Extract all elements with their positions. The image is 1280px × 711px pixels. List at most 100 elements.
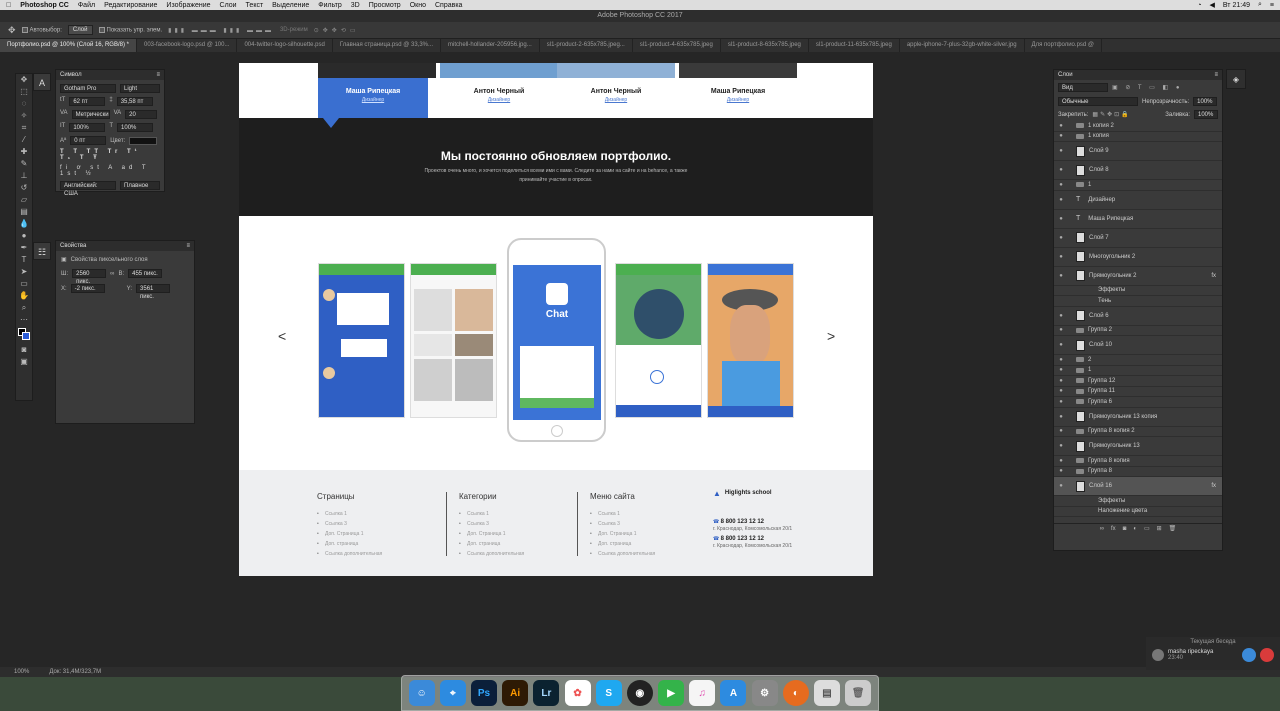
panel-menu-icon[interactable]: ≡ xyxy=(1214,72,1218,78)
history-brush-icon[interactable]: ↺ xyxy=(16,182,32,194)
layer-row[interactable]: ● Слой 9 xyxy=(1054,142,1222,161)
folder-icon[interactable] xyxy=(1076,378,1084,384)
phone-number[interactable]: 8 800 123 12 12 xyxy=(721,536,764,542)
visibility-eye-icon[interactable]: ● xyxy=(1054,414,1068,420)
panel-menu-icon[interactable]: ≡ xyxy=(156,72,160,78)
team-role[interactable]: Дизайнер xyxy=(557,97,675,103)
tab-twitter[interactable]: 004-twitter-logo-silhouette.psd xyxy=(237,39,333,52)
layer-name[interactable]: 2 xyxy=(1088,357,1091,363)
firefox-icon[interactable]: ◐ xyxy=(782,680,809,706)
phone-number[interactable]: 8 800 123 12 12 xyxy=(721,519,764,525)
layer-row[interactable]: ● Группа 8 копия xyxy=(1054,456,1222,467)
layer-row[interactable]: ● Многоугольник 2 xyxy=(1054,248,1222,267)
marquee-tool-icon[interactable]: ⬚ xyxy=(16,86,32,98)
visibility-eye-icon[interactable]: ● xyxy=(1054,216,1068,222)
team-role[interactable]: Дизайнер xyxy=(440,97,558,103)
magic-wand-icon[interactable]: ✧ xyxy=(16,110,32,122)
search-icon[interactable]: ⌕ xyxy=(1258,1,1262,9)
footer-link[interactable]: Доп. страница xyxy=(459,539,524,549)
footer-link[interactable]: Ссылка дополнительная xyxy=(459,549,524,559)
visibility-eye-icon[interactable]: ● xyxy=(1054,313,1068,319)
font-family-select[interactable]: Gotham Pro xyxy=(60,84,116,93)
layer-row[interactable]: Тень xyxy=(1054,296,1222,307)
eraser-tool-icon[interactable]: ▱ xyxy=(16,194,32,206)
3d-icons[interactable]: ⊙✥✥⟲▭ xyxy=(314,27,360,34)
footer-link[interactable]: Доп. Страница 1 xyxy=(590,529,655,539)
font-style-select[interactable]: Light xyxy=(120,84,160,93)
layer-row[interactable]: ● 2 xyxy=(1054,355,1222,366)
layer-name[interactable]: Эффекты xyxy=(1098,498,1125,504)
width-field[interactable]: 2560 пикс. xyxy=(72,269,107,285)
layer-row[interactable]: ● Слой 16 fx xyxy=(1054,477,1222,496)
opacity-field[interactable]: 100% xyxy=(1193,97,1218,106)
folder-icon[interactable] xyxy=(1076,367,1084,373)
tab-product-2[interactable]: sl1-product-2-635x785.jpeg... xyxy=(540,39,633,52)
visibility-eye-icon[interactable]: ● xyxy=(1054,399,1068,405)
zoom-tool-icon[interactable]: ⌕ xyxy=(16,302,32,314)
layers-panel-icon[interactable]: ◈ xyxy=(1226,69,1246,89)
folder-icon[interactable] xyxy=(1076,123,1084,129)
layer-name[interactable]: Слой 7 xyxy=(1089,235,1109,241)
layer-row[interactable]: ● Слой 7 xyxy=(1054,229,1222,248)
antialias-select[interactable]: Плавное xyxy=(120,181,160,190)
tab-portfolio[interactable]: Портфолио.psd @ 100% (Слой 16, RGB/8) * xyxy=(0,39,137,52)
finder-icon[interactable]: ☺ xyxy=(408,680,435,706)
height-field[interactable]: 455 пикс. xyxy=(128,269,163,278)
opentype-buttons[interactable]: fi ơ st A ad T 1st ½ xyxy=(60,165,160,177)
footer-link[interactable]: Ссылка 3 xyxy=(459,519,524,529)
facetime-icon[interactable]: ▶ xyxy=(658,680,685,706)
tab-product-8[interactable]: sl1-product-8-635x785.jpeg xyxy=(721,39,809,52)
filter-icons[interactable]: ▣ ⊘ T ▭ ◧ ● xyxy=(1112,84,1182,91)
layer-row[interactable]: ● Группа 8 копия 2 xyxy=(1054,427,1222,437)
layer-row[interactable]: ● Группа 11 xyxy=(1054,387,1222,397)
illustrator-icon[interactable]: Ai xyxy=(502,680,529,706)
mask-icon[interactable]: ◙ xyxy=(1123,526,1127,532)
app-store-icon[interactable]: A xyxy=(720,680,747,706)
footer-link[interactable]: Доп. Страница 1 xyxy=(459,529,524,539)
photos-icon[interactable]: ✿ xyxy=(564,680,591,706)
folder-icon[interactable] xyxy=(1076,458,1084,464)
new-group-icon[interactable]: ▭ xyxy=(1144,525,1150,532)
layer-row[interactable]: ● Группа 6 xyxy=(1054,397,1222,408)
color-swatch[interactable] xyxy=(129,136,158,145)
layer-row[interactable]: ● Группа 12 xyxy=(1054,376,1222,387)
visibility-eye-icon[interactable]: ● xyxy=(1054,378,1068,384)
layer-row[interactable]: Эффекты xyxy=(1054,496,1222,507)
folder-icon[interactable] xyxy=(1076,388,1084,394)
path-select-icon[interactable]: ➤ xyxy=(16,266,32,278)
visibility-eye-icon[interactable]: ● xyxy=(1054,468,1068,474)
pen-tool-icon[interactable]: ✒ xyxy=(16,242,32,254)
more-tools-icon[interactable]: ⋯ xyxy=(16,314,32,326)
layer-row[interactable]: ● T Дизайнер xyxy=(1054,191,1222,210)
visibility-eye-icon[interactable]: ● xyxy=(1054,357,1068,363)
team-role[interactable]: Дизайнер xyxy=(679,97,797,103)
layer-row[interactable]: ● 1 xyxy=(1054,180,1222,191)
folder-icon[interactable] xyxy=(1076,133,1084,139)
tracking-field[interactable]: 20 xyxy=(125,110,158,119)
fx-icon[interactable]: fx xyxy=(1111,526,1116,532)
layer-row[interactable]: ● Слой 6 xyxy=(1054,307,1222,326)
footer-link[interactable]: Ссылка дополнительная xyxy=(317,549,382,559)
tab-for-portfolio[interactable]: Для портфолио.psd @ xyxy=(1025,39,1102,52)
footer-link[interactable]: Доп. Страница 1 xyxy=(317,529,382,539)
lightroom-icon[interactable]: Lr xyxy=(533,680,560,706)
link-layers-icon[interactable]: ∞ xyxy=(1100,526,1104,532)
visibility-eye-icon[interactable]: ● xyxy=(1054,428,1068,434)
y-field[interactable]: 3561 пикс. xyxy=(136,284,171,300)
layer-name[interactable]: Эффекты xyxy=(1098,287,1125,293)
skype-icon[interactable]: S xyxy=(595,680,622,706)
footer-link[interactable]: Ссылка 3 xyxy=(317,519,382,529)
layer-row[interactable]: Эффекты xyxy=(1054,286,1222,296)
layer-row[interactable]: ● 1 копия 2 xyxy=(1054,121,1222,132)
footer-link[interactable]: Ссылка 1 xyxy=(459,509,524,519)
dodge-tool-icon[interactable]: ● xyxy=(16,230,32,242)
layer-row[interactable]: ● Группа 8 xyxy=(1054,467,1222,477)
clock[interactable]: Вт 21:49 xyxy=(1223,2,1250,9)
layer-name[interactable]: Дизайнер xyxy=(1088,197,1115,203)
folder-icon[interactable] xyxy=(1076,182,1084,188)
folder-icon[interactable] xyxy=(1076,327,1084,333)
apple-icon[interactable]:  xyxy=(6,2,11,9)
autoselect-select[interactable]: Слой xyxy=(67,25,93,35)
team-role[interactable]: Дизайнер xyxy=(318,97,428,103)
language-select[interactable]: Английский: США xyxy=(60,181,116,197)
